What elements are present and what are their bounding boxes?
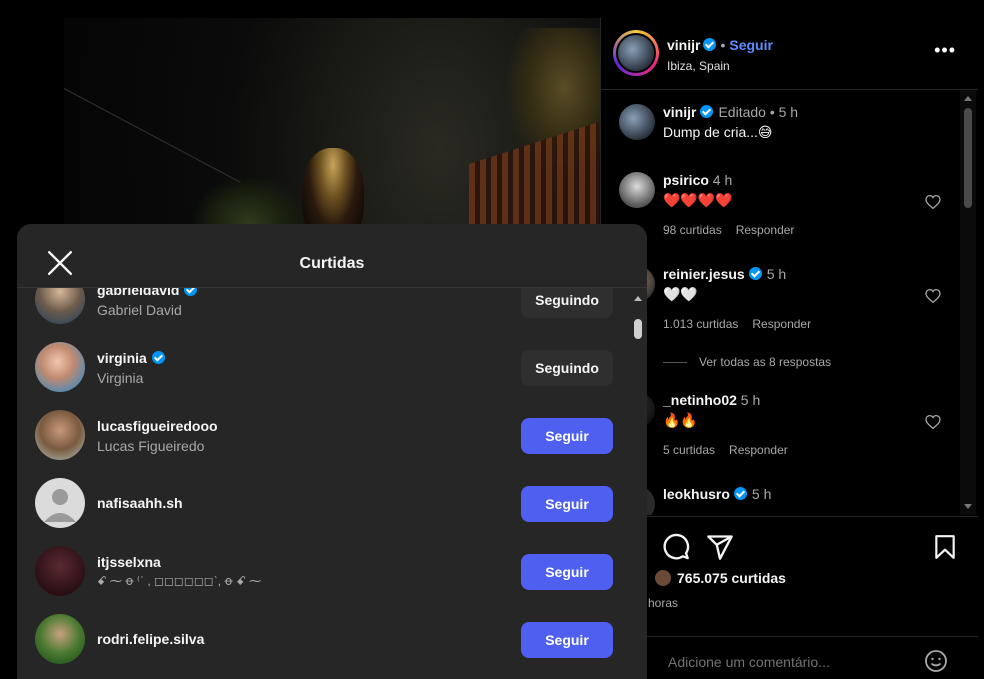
reply-link[interactable]: Responder [752, 317, 811, 331]
follow-button[interactable]: Seguir [521, 486, 613, 522]
verified-icon [733, 487, 747, 500]
verified-icon [748, 267, 762, 280]
list-item[interactable]: itjsselxna ꗃ ⁓ ꝋ ⁽ˈ , ◻◻◻◻◻◻ˋ, ꝋ ꗃ ⁓ Seg… [17, 546, 629, 614]
view-replies-link[interactable]: Ver todas as 8 respostas [663, 355, 831, 369]
comment-time: 5 h [766, 266, 787, 282]
comment-icon[interactable] [662, 533, 690, 561]
scroll-up-arrow-icon[interactable] [964, 96, 972, 101]
reply-link[interactable]: Responder [736, 223, 795, 237]
follow-button[interactable]: Seguir [521, 554, 613, 590]
like-heart-icon[interactable] [925, 289, 941, 303]
comment-time: 5 h [751, 486, 772, 502]
comment-likes[interactable]: 5 curtidas [663, 443, 715, 457]
comment-likes[interactable]: 1.013 curtidas [663, 317, 738, 331]
avatar[interactable] [35, 546, 85, 596]
comment-time: 5 h [740, 392, 761, 408]
list-item[interactable]: nafisaahh.sh Seguir [17, 478, 629, 546]
full-name: Virginia [97, 370, 144, 386]
following-button[interactable]: Seguindo [521, 288, 613, 318]
username[interactable]: gabrieldavid [97, 288, 179, 298]
verified-icon [703, 38, 717, 51]
username[interactable]: virginia [97, 350, 147, 366]
comment-text: ❤️❤️❤️❤️ [663, 192, 733, 208]
more-options-icon[interactable]: ••• [934, 40, 956, 61]
comment-username[interactable]: psirico [663, 172, 709, 188]
post-header: vinijr • Seguir Ibiza, Spain ••• [601, 18, 978, 90]
comment-text: 🤍🤍 [663, 286, 698, 302]
username[interactable]: rodri.felipe.silva [97, 631, 204, 647]
avatar[interactable] [35, 410, 85, 460]
scrollbar-thumb[interactable] [964, 108, 972, 208]
share-icon[interactable] [706, 533, 734, 561]
avatar[interactable] [35, 288, 85, 324]
likes-list: gabrieldavid Gabriel David Seguindo virg… [17, 288, 629, 679]
avatar[interactable] [619, 172, 655, 208]
add-comment-bar: Adicione um comentário... [600, 636, 978, 679]
full-name: Gabriel David [97, 302, 182, 318]
comment-username[interactable]: reinier.jesus [663, 266, 745, 282]
list-item[interactable]: gabrieldavid Gabriel David Seguindo [17, 288, 629, 342]
reply-link[interactable]: Responder [729, 443, 788, 457]
post-actions-bar [600, 516, 978, 576]
follow-button[interactable]: Seguir [521, 418, 613, 454]
comments-scrollbar[interactable] [960, 90, 976, 515]
scroll-up-arrow-icon[interactable] [634, 296, 642, 301]
author-avatar[interactable] [613, 30, 659, 76]
default-avatar-icon[interactable] [35, 478, 85, 528]
comments-list: vinijr Editado • 5 h Dump de cria...😅 psi… [601, 90, 963, 515]
scroll-down-arrow-icon[interactable] [964, 504, 972, 509]
comment-username[interactable]: vinijr [663, 104, 696, 120]
author-line: vinijr • Seguir [667, 37, 773, 53]
post-time: horas [648, 596, 679, 610]
username-line: gabrieldavid [97, 288, 198, 298]
likes-modal: Curtidas gabrieldavid Gabriel David Segu… [17, 224, 647, 679]
full-name: Lucas Figueiredo [97, 438, 205, 454]
comment-time: 4 h [712, 172, 733, 188]
verified-icon [184, 288, 198, 296]
follow-button[interactable]: Seguir [521, 622, 613, 658]
follow-link[interactable]: Seguir [729, 37, 773, 53]
comment-username[interactable]: _netinho02 [663, 392, 737, 408]
post-location[interactable]: Ibiza, Spain [667, 59, 730, 73]
verified-icon [151, 351, 165, 364]
author-username[interactable]: vinijr [667, 37, 700, 53]
following-button[interactable]: Seguindo [521, 350, 613, 386]
avatar[interactable] [619, 104, 655, 140]
modal-scrollbar[interactable] [629, 288, 647, 679]
modal-header: Curtidas [17, 224, 647, 288]
emoji-icon[interactable] [924, 649, 948, 673]
save-bookmark-icon[interactable] [932, 533, 958, 561]
liker-avatar [655, 570, 671, 586]
list-item[interactable]: rodri.felipe.silva Seguir [17, 614, 629, 679]
username[interactable]: lucasfigueiredooo [97, 418, 218, 434]
comment-username[interactable]: leokhusro [663, 486, 730, 502]
avatar[interactable] [35, 614, 85, 664]
likes-count[interactable]: 765.075 curtidas [677, 570, 786, 586]
comment-text: 🔥🔥 [663, 412, 698, 428]
likes-summary[interactable]: 765.075 curtidas [655, 570, 786, 586]
list-item[interactable]: lucasfigueiredooo Lucas Figueiredo Segui… [17, 410, 629, 478]
comment-likes[interactable]: 98 curtidas [663, 223, 722, 237]
comment-text: Dump de cria...😅 [663, 124, 773, 140]
comment-time: Editado • 5 h [718, 104, 799, 120]
avatar[interactable] [35, 342, 85, 392]
scrollbar-thumb[interactable] [634, 319, 642, 339]
verified-icon [700, 105, 714, 118]
username[interactable]: itjsselxna [97, 554, 161, 570]
separator-dot: • [720, 37, 726, 53]
list-item[interactable]: virginia Virginia Seguindo [17, 342, 629, 410]
username[interactable]: nafisaahh.sh [97, 495, 183, 511]
like-heart-icon[interactable] [925, 415, 941, 429]
username-line: virginia [97, 350, 165, 366]
like-heart-icon[interactable] [925, 195, 941, 209]
full-name: ꗃ ⁓ ꝋ ⁽ˈ , ◻◻◻◻◻◻ˋ, ꝋ ꗃ ⁓ [97, 574, 262, 588]
modal-title: Curtidas [299, 255, 365, 272]
comment-input[interactable]: Adicione um comentário... [668, 654, 830, 670]
